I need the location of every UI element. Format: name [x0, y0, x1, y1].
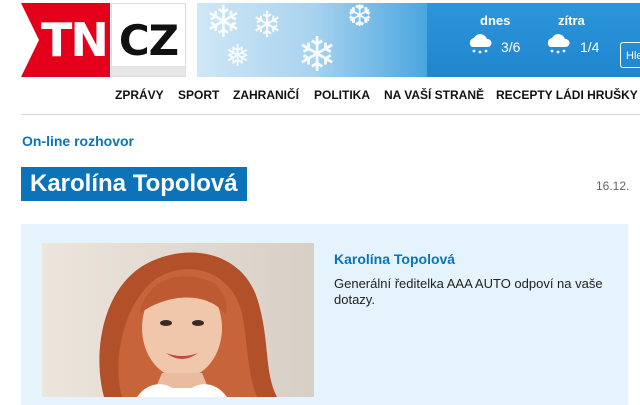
tn-logo[interactable]: TN: [21, 3, 110, 77]
logo-cz-strip: [112, 66, 185, 76]
cz-logo[interactable]: CZ: [111, 3, 186, 77]
logo-notch: [21, 3, 39, 77]
weather-tomorrow-temp: 1/4: [580, 39, 600, 55]
person-description: Generální ředitelka AAA AUTO odpoví na v…: [334, 276, 603, 307]
nav-item-politika[interactable]: POLITIKA: [314, 88, 370, 102]
snowflake-icon: ❄: [297, 27, 338, 77]
snow-cloud-icon: [547, 34, 570, 54]
snow-cloud-icon: [469, 34, 492, 54]
search-button[interactable]: Hle: [620, 42, 640, 68]
portrait-illustration: [99, 252, 277, 397]
logo-cz-text: CZ: [118, 16, 179, 65]
main-nav: ZPRÁVY SPORT ZAHRANIČÍ POLITIKA NA VAŠÍ …: [0, 88, 640, 108]
section-label[interactable]: On-line rozhovor: [22, 133, 134, 149]
weather-today-temp: 3/6: [501, 39, 521, 55]
snowflake-icon: ❆: [347, 3, 373, 34]
weather-today-label: dnes: [480, 13, 511, 28]
date-label: 16.12.: [596, 179, 630, 193]
person-photo: [42, 243, 314, 397]
logo-tn-text: TN: [41, 13, 109, 67]
weather-tomorrow-label: zítra: [558, 13, 585, 28]
person-name[interactable]: Karolína Topolová: [334, 251, 455, 267]
page-title: Karolína Topolová: [21, 167, 247, 201]
nav-divider: [21, 114, 640, 115]
snowflake-icon: ❅: [225, 39, 251, 74]
weather-banner: ❄ ❄ ❄ ❅ ❆ dnes 3/6 zítra 1/4: [197, 3, 640, 77]
nav-item-recepty[interactable]: RECEPTY LÁDI HRUŠKY: [496, 88, 638, 102]
nav-item-na-vasi-strane[interactable]: NA VAŠÍ STRANĚ: [384, 88, 484, 102]
snowflake-icon: ❄: [252, 5, 283, 46]
nav-item-zahranici[interactable]: ZAHRANIČÍ: [233, 88, 299, 102]
nav-item-zpravy[interactable]: ZPRÁVY: [115, 88, 164, 102]
nav-item-sport[interactable]: SPORT: [178, 88, 219, 102]
